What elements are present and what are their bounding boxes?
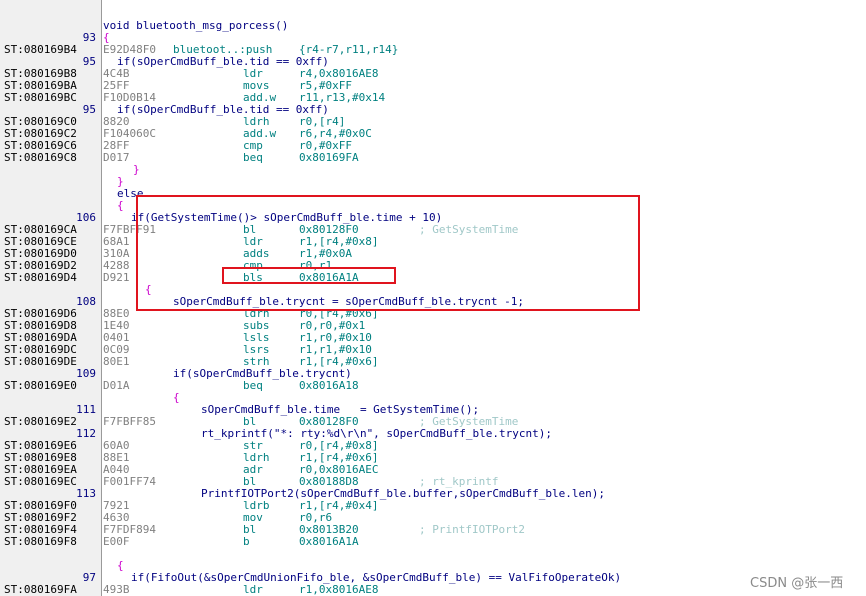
address: ST:080169EC <box>4 475 77 488</box>
address: ST:080169C8 <box>4 151 77 164</box>
address: ST:080169DE <box>4 355 77 368</box>
address: ST:080169E2 <box>4 415 77 428</box>
operands: 0x8016A18 <box>299 379 359 392</box>
source-code: void bluetooth_msg_porcess() <box>103 19 289 32</box>
asm-line[interactable]: ST:080169C8 D017 beq 0x80169FA <box>0 152 866 164</box>
address: ST:080169B4 <box>4 43 77 56</box>
operands: r1,0x8016AE8 <box>299 583 379 596</box>
asm-line[interactable]: ST:080169F8 E00F b 0x8016A1A <box>0 536 866 548</box>
source-line[interactable]: 95 if(sOperCmdBuff_ble.tid == 0xff) <box>0 104 866 116</box>
asm-line[interactable]: ST:080169E8 88E1 ldrh r1,[r4,#0x6] <box>0 452 866 464</box>
asm-line[interactable]: ST:080169B8 4C4B ldr r4,0x8016AE8 <box>0 68 866 80</box>
address: ST:080169BC <box>4 91 77 104</box>
opcode: F001FF74 <box>103 475 156 488</box>
source-code: if(sOperCmdBuff_ble.tid == 0xff) <box>117 103 329 116</box>
source-line[interactable] <box>0 548 866 560</box>
asm-line[interactable]: ST:080169DC 0C09 lsrs r1,r1,#0x10 <box>0 344 866 356</box>
operands: 0x8016A1A <box>299 535 359 548</box>
asm-line[interactable]: ST:080169F0 7921 ldrb r1,[r4,#0x4] <box>0 500 866 512</box>
highlight-box-cmp <box>222 267 396 284</box>
address: ST:080169F8 <box>4 535 77 548</box>
source-line[interactable]: void bluetooth_msg_porcess() <box>0 20 866 32</box>
asm-line[interactable]: ST:080169DE 80E1 strh r1,[r4,#0x6] <box>0 356 866 368</box>
asm-line[interactable]: ST:080169E0 D01A beq 0x8016A18 <box>0 380 866 392</box>
mnemonic: ldr <box>243 583 263 596</box>
brace: { <box>117 559 124 572</box>
asm-line[interactable]: ST:080169E6 60A0 str r0,[r4,#0x8] <box>0 440 866 452</box>
source-code: if(sOperCmdBuff_ble.tid == 0xff) <box>117 55 329 68</box>
opcode: D017 <box>103 151 130 164</box>
address: ST:080169FA <box>4 583 77 596</box>
operands: 0x80169FA <box>299 151 359 164</box>
mnemonic: beq <box>243 379 263 392</box>
asm-line[interactable]: ST:080169F4 F7FDF894 bl 0x8013B20; PrintfIO… <box>0 524 866 536</box>
highlight-box-if-block <box>136 195 640 311</box>
brace: { <box>173 391 180 404</box>
asm-line[interactable]: ST:080169FA 493B ldr r1,0x8016AE8 <box>0 584 866 596</box>
asm-line[interactable]: ST:080169C6 28FF cmp r0,#0xFF <box>0 140 866 152</box>
opcode: F7FBFF85 <box>103 415 156 428</box>
address: ST:080169E0 <box>4 379 77 392</box>
source-line[interactable]: } <box>0 164 866 176</box>
opcode: D921 <box>103 271 130 284</box>
mnemonic: b <box>243 535 250 548</box>
opcode: 80E1 <box>103 355 130 368</box>
asm-line[interactable]: ST:080169DA 0401 lsls r1,r0,#0x10 <box>0 332 866 344</box>
source-line[interactable]: 113 PrintfIOTPort2(sOperCmdBuff_ble.buffe… <box>0 488 866 500</box>
opcode: 493B <box>103 583 130 596</box>
asm-line[interactable]: ST:080169C2 F104060C add.w r6,r4,#0x0C <box>0 128 866 140</box>
opcode: E00F <box>103 535 130 548</box>
brace: } <box>133 163 140 176</box>
opcode: D01A <box>103 379 130 392</box>
mnemonic: beq <box>243 151 263 164</box>
brace: { <box>117 199 124 212</box>
asm-comment: ; PrintfIOTPort2 <box>419 523 525 536</box>
watermark: CSDN @张一西 <box>750 576 844 591</box>
asm-line[interactable]: ST:080169D8 1E40 subs r0,r0,#0x1 <box>0 320 866 332</box>
address: ST:080169D4 <box>4 271 77 284</box>
source-line[interactable]: 112 rt_kprintf("*: rty:%d\r\n", sOperCmdB… <box>0 428 866 440</box>
